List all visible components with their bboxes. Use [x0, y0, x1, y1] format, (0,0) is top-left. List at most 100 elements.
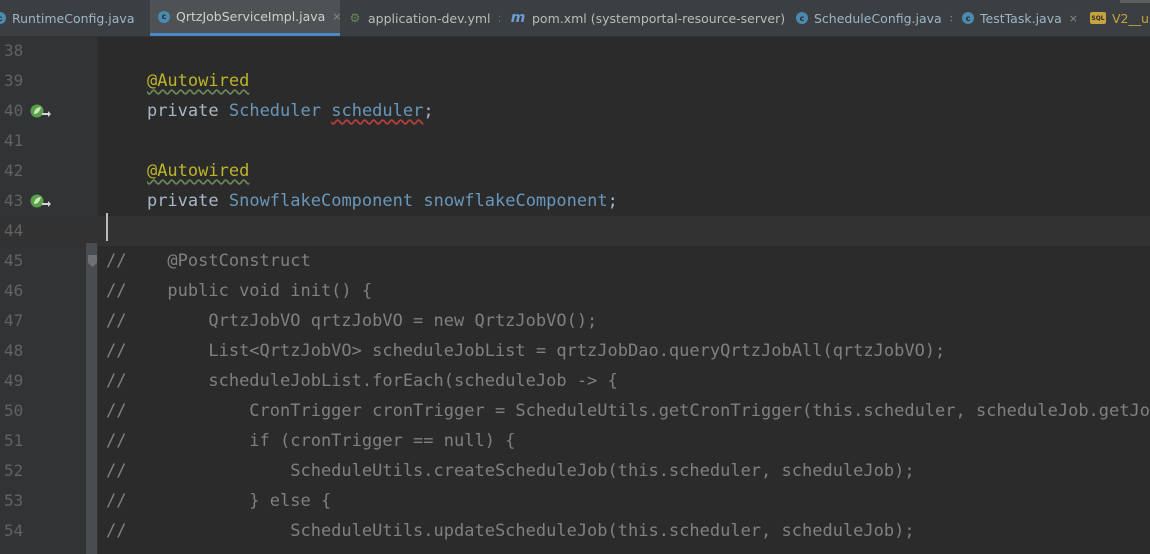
line-number: 43 [4, 191, 24, 210]
line-number: 41 [4, 131, 24, 150]
tab-pom-xml-systemportal-resource-server[interactable]: mpom.xml (systemportal-resource-server)× [502, 0, 786, 36]
code-line-52: 52 // ScheduleUtils.createScheduleJob(thi… [0, 456, 1150, 486]
yaml-icon: ⚙ [349, 11, 361, 25]
code-line-47: 47 // QrtzJobVO qrtzJobVO = new QrtzJobVO… [0, 306, 1150, 336]
code-line-43: 43 private SnowflakeComponent snowflakeC… [0, 186, 1150, 216]
code-line-40: 40 private Scheduler scheduler; [0, 96, 1150, 126]
line-number: 44 [4, 221, 24, 240]
line-number: 48 [4, 341, 24, 360]
code-line-42: 42 @Autowired [0, 156, 1150, 186]
keyword-private: private [146, 101, 219, 121]
line-number: 39 [4, 71, 24, 90]
close-icon[interactable]: × [949, 12, 952, 25]
code-text: // CronTrigger cronTrigger = ScheduleUti… [106, 396, 1150, 426]
commented-code: ScheduleUtils.updateScheduleJob(this.sch… [126, 521, 915, 541]
code-text: // scheduleJobList.forEach(scheduleJob -… [106, 366, 618, 396]
line-number: 51 [4, 431, 24, 450]
tab-label: TestTask.java [980, 10, 1062, 26]
code-line-49: 49 // scheduleJobList.forEach(scheduleJob… [0, 366, 1150, 396]
fold-toggle-icon[interactable] [88, 255, 97, 267]
commented-code: QrtzJobVO qrtzJobVO = new QrtzJobVO(); [126, 311, 598, 331]
comment-prefix: // [106, 521, 127, 541]
field-type: SnowflakeComponent [228, 191, 414, 211]
line-number: 42 [4, 161, 24, 180]
tab-v2-upd[interactable]: SQL V2__upd [1082, 0, 1150, 36]
line-number: 50 [4, 401, 24, 420]
line-number: 38 [4, 41, 24, 60]
close-icon[interactable]: × [332, 10, 340, 23]
code-line-51: 51 // if (cronTrigger == null) { [0, 426, 1150, 456]
text-caret [106, 213, 108, 241]
spring-bean-navigate-icon[interactable] [30, 193, 52, 209]
code-line-38: 38 [0, 36, 1150, 66]
editor-tab-bar: c RuntimeConfig.java × c QrtzJobServiceImpl.… [0, 0, 1150, 37]
comment-prefix: // [106, 341, 127, 361]
tab-label: V2__upd [1112, 10, 1150, 26]
tab-scheduleconfig-java[interactable]: c ScheduleConfig.java × [788, 0, 952, 36]
code-text: // ScheduleUtils.updateScheduleJob(this.… [106, 516, 915, 546]
tab-scroll-indicator [1120, 0, 1150, 3]
code-text: @Autowired [106, 66, 249, 96]
code-text: private Scheduler scheduler; [106, 96, 434, 126]
line-number: 49 [4, 371, 24, 390]
commented-code: List<QrtzJobVO> scheduleJobList = qrtzJo… [126, 341, 946, 361]
comment-prefix: // [106, 461, 127, 481]
code-line-50: 50 // CronTrigger cronTrigger = ScheduleU… [0, 396, 1150, 426]
line-number: 54 [4, 521, 24, 540]
tab-qrtzjobserviceimpl-java[interactable]: c QrtzJobServiceImpl.java × [150, 0, 340, 36]
tab-application-dev-yml[interactable]: ⚙ application-dev.yml × [340, 0, 500, 36]
code-text: // public void init() { [106, 276, 372, 306]
code-text: // @PostConstruct [106, 246, 311, 276]
semicolon: ; [423, 101, 434, 121]
code-editor[interactable]: 38 39 @Autowired 40 private Scheduler sche… [0, 36, 1150, 554]
field-type: Scheduler [228, 101, 321, 121]
code-line-54: 54 // ScheduleUtils.updateScheduleJob(thi… [0, 516, 1150, 546]
maven-icon: m [510, 10, 526, 26]
field-name: snowflakeComponent [423, 191, 608, 211]
commented-code: @PostConstruct [126, 251, 311, 271]
code-text: // List<QrtzJobVO> scheduleJobList = qrt… [106, 336, 945, 366]
class-icon: c [158, 10, 170, 23]
tab-label: RuntimeConfig.java [12, 10, 135, 26]
comment-prefix: // [106, 491, 127, 511]
annotation-autowired: @Autowired [146, 161, 250, 181]
tab-label: application-dev.yml [368, 10, 491, 26]
tab-testtask-java[interactable]: c TestTask.java × [954, 0, 1080, 36]
line-number: 45 [4, 251, 24, 270]
code-line-39: 39 @Autowired [0, 66, 1150, 96]
sql-icon: SQL [1090, 12, 1106, 24]
code-line-48: 48 // List<QrtzJobVO> scheduleJobList = q… [0, 336, 1150, 366]
semicolon: ; [607, 191, 618, 211]
commented-code: scheduleJobList.forEach(scheduleJob -> { [126, 371, 618, 391]
close-icon[interactable]: × [141, 12, 142, 25]
code-text: // if (cronTrigger == null) { [106, 426, 515, 456]
code-line-41: 41 [0, 126, 1150, 156]
code-line-46: 46 // public void init() { [0, 276, 1150, 306]
comment-block-fold-bar[interactable] [86, 243, 97, 554]
commented-code: CronTrigger cronTrigger = ScheduleUtils.… [126, 401, 1150, 421]
line-number: 52 [4, 461, 24, 480]
code-text: // QrtzJobVO qrtzJobVO = new QrtzJobVO()… [106, 306, 597, 336]
tab-runtimeconfig-java[interactable]: c RuntimeConfig.java × [0, 0, 142, 36]
class-icon: c [962, 12, 974, 24]
annotation-autowired: @Autowired [146, 71, 250, 91]
comment-prefix: // [106, 311, 127, 331]
keyword-private: private [146, 191, 219, 211]
comment-prefix: // [106, 401, 127, 421]
commented-code: public void init() { [126, 281, 373, 301]
comment-prefix: // [106, 431, 127, 451]
close-icon[interactable]: × [498, 12, 500, 25]
code-line-44: 44 [0, 216, 1150, 246]
field-name: scheduler [331, 101, 424, 121]
code-line-45: 45 // @PostConstruct [0, 246, 1150, 276]
class-icon: c [796, 12, 808, 24]
code-text: private SnowflakeComponent snowflakeComp… [106, 186, 618, 216]
line-number: 53 [4, 491, 24, 510]
code-text: @Autowired [106, 156, 249, 186]
commented-code: if (cronTrigger == null) { [126, 431, 516, 451]
spring-bean-navigate-icon[interactable] [30, 103, 52, 119]
commented-code: } else { [126, 491, 332, 511]
code-text: // } else { [106, 486, 331, 516]
comment-prefix: // [106, 281, 127, 301]
close-icon[interactable]: × [1069, 12, 1078, 25]
